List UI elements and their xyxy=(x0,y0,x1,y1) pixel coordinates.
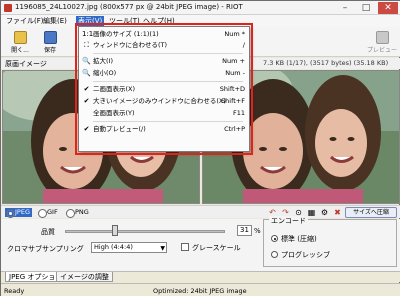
menu-file[interactable]: ファイル(F) xyxy=(4,16,46,26)
preview-icon xyxy=(375,31,389,44)
save-label: 保存 xyxy=(43,47,56,54)
app-icon xyxy=(4,4,12,12)
floppy-icon xyxy=(43,31,57,44)
jpeg-settings-panel: 品質 31 % クロマサブサンプリング High (4:4:4) ▼ グレースケ… xyxy=(1,216,400,271)
tab-image-adjust[interactable]: イメージの調整 xyxy=(56,272,113,282)
settings-tabs: JPEG オプション イメージの調整 xyxy=(1,271,400,282)
format-bar: JPEG GIF PNG ↶ ↷ ⊙ ▦ ⚙ ✖ サイズへ圧縮 xyxy=(1,205,400,218)
chevron-down-icon: ▼ xyxy=(160,245,165,252)
maximize-button[interactable]: □ xyxy=(356,2,376,14)
highlight-annotation xyxy=(75,23,253,155)
quality-percent-label: % xyxy=(254,227,261,235)
quality-slider-track[interactable] xyxy=(65,230,225,233)
format-png-radio[interactable]: PNG xyxy=(65,208,91,218)
grayscale-checkbox[interactable] xyxy=(181,243,189,251)
minimize-button[interactable]: – xyxy=(335,2,355,14)
open-label: 開く... xyxy=(11,47,29,54)
progressive-radio[interactable] xyxy=(271,251,278,258)
format-gif-radio[interactable]: GIF xyxy=(37,208,60,218)
status-bar: Ready Optimized: 24bit JPEG image xyxy=(1,283,400,296)
chroma-selected-value: High (4:4:4) xyxy=(94,243,133,251)
menu-edit[interactable]: 編集(E) xyxy=(41,16,69,26)
chroma-label: クロマサブサンプリング xyxy=(7,245,84,253)
standard-radio[interactable] xyxy=(271,235,278,242)
chroma-select[interactable]: High (4:4:4) ▼ xyxy=(91,242,167,253)
app-window: 1196085_24L10027.jpg (800x577 px @ 24bit… xyxy=(0,0,400,296)
format-jpeg-radio[interactable]: JPEG xyxy=(5,208,32,218)
title-bar: 1196085_24L10027.jpg (800x577 px @ 24bit… xyxy=(1,1,400,15)
original-image-title: 原画イメージ xyxy=(5,60,47,68)
standard-radio-label: 標準 (圧縮) xyxy=(281,235,317,243)
quality-label: 品質 xyxy=(41,228,55,236)
grayscale-label: グレースケール xyxy=(192,244,241,252)
save-button[interactable]: 保存 xyxy=(37,29,63,55)
stop-icon[interactable]: ✖ xyxy=(332,208,343,218)
folder-open-icon xyxy=(13,31,27,44)
encoding-legend: エンコード xyxy=(269,216,308,226)
status-ready: Ready xyxy=(4,287,25,295)
preview-label: プレビュー xyxy=(366,47,397,54)
close-button[interactable]: ✕ xyxy=(378,2,398,14)
optimize-to-size-button[interactable]: サイズへ圧縮 xyxy=(345,207,397,218)
progressive-radio-label: プログレッシブ xyxy=(281,251,330,259)
file-info: 7.3 KB (1/17), (3517 bytes) (35.18 KB) xyxy=(263,59,389,67)
window-title: 1196085_24L10027.jpg (800x577 px @ 24bit… xyxy=(15,3,243,11)
open-button[interactable]: 開く... xyxy=(7,29,33,55)
settings-icon[interactable]: ⚙ xyxy=(319,208,330,218)
quality-slider-thumb[interactable] xyxy=(111,225,118,236)
quality-value-input[interactable]: 31 xyxy=(237,225,252,236)
preview-button[interactable]: プレビュー xyxy=(365,29,399,55)
status-info: Optimized: 24bit JPEG image xyxy=(153,287,247,295)
